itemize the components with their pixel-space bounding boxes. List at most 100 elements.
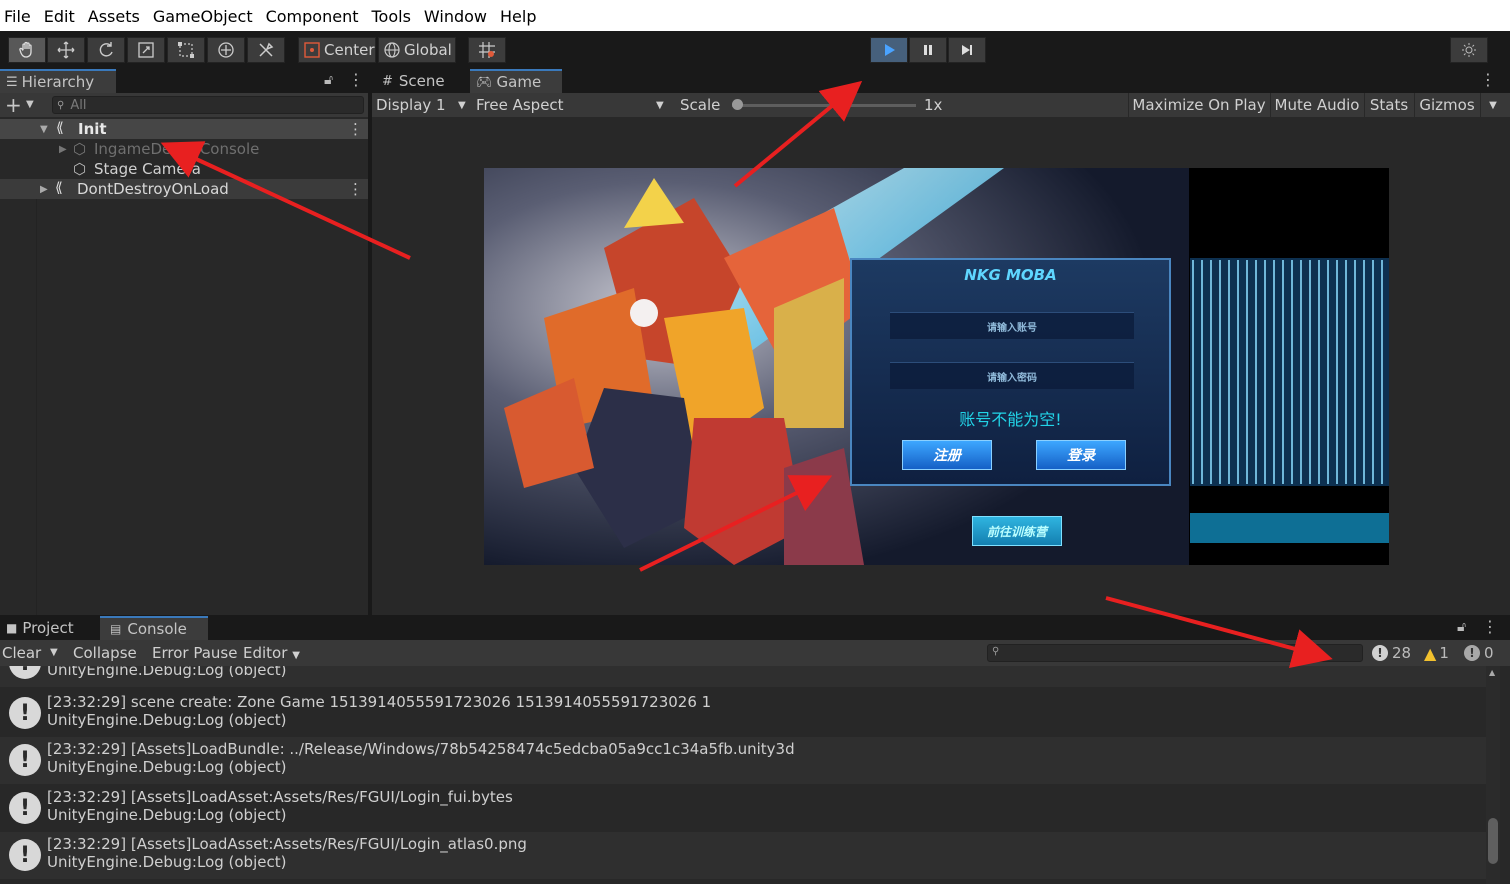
more-options-icon[interactable]: ⋮ <box>1480 70 1496 89</box>
console-log-row[interactable]: ! [23:32:29] [Assets]LoadBundle: ../Rele… <box>0 737 1486 784</box>
hand-tool-button[interactable] <box>8 37 46 63</box>
hierarchy-panel: ☰ Hierarchy 🔓︎ ⋮ + ▼ ⚲ All ▼ ⟪ Init ⋮ ▶ … <box>0 69 368 615</box>
log-message: [23:32:29] [Assets]LoadAsset:Assets/Res/… <box>47 835 527 853</box>
menu-gameobject[interactable]: GameObject <box>147 6 260 31</box>
editor-dropdown[interactable]: Editor ▼ <box>243 644 300 662</box>
menu-tools[interactable]: Tools <box>365 6 417 31</box>
pivot-center-button[interactable]: Center <box>298 37 376 63</box>
hierarchy-item-ingamedebugconsole[interactable]: ▶ ⬡ IngameDebugConsole <box>0 139 368 159</box>
decorative-stripe <box>1192 260 1194 484</box>
console-log-row[interactable]: ! [23:32:29] scene create: Zone Game 151… <box>0 690 1486 737</box>
list-icon: ☰ <box>6 74 18 90</box>
clear-options-dropdown[interactable]: ▼ <box>50 647 58 658</box>
lock-icon[interactable]: 🔓︎ <box>324 72 333 88</box>
register-button[interactable]: 注册 <box>902 440 992 470</box>
tab-scene[interactable]: # Scene <box>372 69 468 93</box>
error-icon: ! <box>1464 645 1480 661</box>
chevron-down-icon: ▼ <box>1489 99 1497 111</box>
hierarchy-item-init[interactable]: ▼ ⟪ Init ⋮ <box>0 119 368 139</box>
transform-tool-button[interactable] <box>207 37 245 63</box>
tab-game[interactable]: 🎮︎ Game <box>470 69 562 93</box>
hierarchy-tab-label: Hierarchy <box>21 73 95 91</box>
console-log-list: ! UnityEngine.Debug:Log (object) ! [23:3… <box>0 666 1486 884</box>
decorative-stripe <box>1309 260 1311 484</box>
scene-icon: ⟪ <box>56 120 64 136</box>
menu-window[interactable]: Window <box>418 6 494 31</box>
menu-file[interactable]: File <box>0 6 38 31</box>
account-input[interactable]: 请输入账号 <box>890 312 1134 339</box>
mute-audio-toggle[interactable]: Mute Audio <box>1270 93 1363 117</box>
expand-arrow-icon[interactable]: ▼ <box>40 124 48 135</box>
clear-button[interactable]: Clear <box>2 644 41 662</box>
add-object-button[interactable]: + <box>5 93 22 117</box>
step-button[interactable] <box>948 37 986 63</box>
tab-console[interactable]: ▤ Console <box>100 616 208 640</box>
gizmos-toggle[interactable]: Gizmos <box>1414 93 1479 117</box>
rotate-tool-button[interactable] <box>87 37 125 63</box>
aspect-dropdown[interactable]: Free Aspect ▼ <box>476 93 670 117</box>
console-log-row[interactable]: ! UnityEngine.Debug:Log (object) <box>0 666 1486 687</box>
tab-project[interactable]: ■ Project <box>0 616 98 640</box>
game-view[interactable]: NKG MOBA 请输入账号 请输入密码 账号不能为空! 注册 登录 前往训练营 <box>484 168 1389 565</box>
console-scrollbar[interactable]: ▲ <box>1486 666 1500 884</box>
lock-icon[interactable]: 🔓︎ <box>1457 619 1466 635</box>
scale-slider-handle[interactable] <box>732 99 743 110</box>
custom-tool-icon <box>259 42 274 57</box>
expand-arrow-icon[interactable]: ▶ <box>40 184 48 195</box>
pivot-global-button[interactable]: Global <box>378 37 456 63</box>
console-panel: ■ Project ▤ Console 🔓︎ ⋮ Clear ▼ Collaps… <box>0 616 1510 884</box>
more-options-icon[interactable]: ⋮ <box>348 70 364 89</box>
hierarchy-item-stage-camera[interactable]: ⬡ Stage Camera <box>0 159 368 179</box>
chevron-down-icon: ▼ <box>656 99 664 111</box>
tab-hierarchy[interactable]: ☰ Hierarchy <box>0 69 116 93</box>
hierarchy-item-dontdestroyonload[interactable]: ▶ ⟪ DontDestroyOnLoad ⋮ <box>0 179 368 199</box>
chevron-down-icon: ▼ <box>292 650 300 661</box>
more-options-icon[interactable]: ⋮ <box>1482 617 1498 636</box>
warning-count-toggle[interactable]: ▲ 1 <box>1424 642 1449 664</box>
scale-label: Scale <box>680 96 721 114</box>
console-log-row[interactable]: ! [23:32:29] [Assets]LoadAsset:Assets/Re… <box>0 785 1486 832</box>
grid-snap-icon <box>479 42 495 58</box>
more-options-icon[interactable]: ⋮ <box>348 120 363 138</box>
grid-snap-button[interactable] <box>468 37 506 63</box>
more-options-icon[interactable]: ⋮ <box>348 180 363 198</box>
grid-icon: # <box>382 73 393 89</box>
hierarchy-search-input[interactable]: ⚲ All <box>52 96 364 114</box>
training-camp-button[interactable]: 前往训练营 <box>972 516 1062 546</box>
pause-button[interactable] <box>909 37 947 63</box>
display-label: Display 1 <box>376 96 446 114</box>
menu-assets[interactable]: Assets <box>82 6 147 31</box>
lighting-button[interactable] <box>1450 37 1488 63</box>
info-icon: ! <box>9 839 41 871</box>
menu-edit[interactable]: Edit <box>38 6 82 31</box>
hierarchy-toolbar: + ▼ ⚲ All <box>0 93 368 117</box>
chevron-down-icon[interactable]: ▼ <box>26 99 34 110</box>
display-dropdown[interactable]: Display 1 ▼ <box>376 93 470 117</box>
log-count-toggle[interactable]: ! 28 <box>1372 642 1411 664</box>
scroll-up-icon[interactable]: ▲ <box>1489 668 1495 677</box>
expand-arrow-icon[interactable]: ▶ <box>59 144 67 155</box>
collapse-toggle[interactable]: Collapse <box>73 644 137 662</box>
menu-help[interactable]: Help <box>494 6 543 31</box>
scale-tool-button[interactable] <box>127 37 165 63</box>
game-panel: # Scene 🎮︎ Game ⋮ Display 1 ▼ Free Aspec… <box>372 69 1510 615</box>
error-pause-toggle[interactable]: Error Pause <box>152 644 237 662</box>
error-count-toggle[interactable]: ! 0 <box>1464 642 1494 664</box>
menu-component[interactable]: Component <box>260 6 366 31</box>
stats-toggle[interactable]: Stats <box>1364 93 1413 117</box>
console-search-input[interactable]: ⚲ <box>987 644 1363 662</box>
scrollbar-thumb[interactable] <box>1488 818 1498 864</box>
password-input[interactable]: 请输入密码 <box>890 362 1134 389</box>
maximize-on-play-toggle[interactable]: Maximize On Play <box>1128 93 1269 117</box>
custom-tool-button[interactable] <box>247 37 285 63</box>
space-label: Global <box>404 41 452 59</box>
rect-tool-button[interactable] <box>167 37 205 63</box>
scale-slider[interactable] <box>732 99 916 110</box>
decorative-stripe <box>1336 260 1338 484</box>
gizmos-dropdown[interactable]: ▼ <box>1480 93 1505 117</box>
console-log-row[interactable]: ! [23:32:29] [Assets]LoadAsset:Assets/Re… <box>0 832 1486 879</box>
console-tabbar: ■ Project ▤ Console 🔓︎ ⋮ <box>0 616 1510 640</box>
move-tool-button[interactable] <box>47 37 85 63</box>
login-button[interactable]: 登录 <box>1036 440 1126 470</box>
play-button[interactable] <box>870 37 908 63</box>
